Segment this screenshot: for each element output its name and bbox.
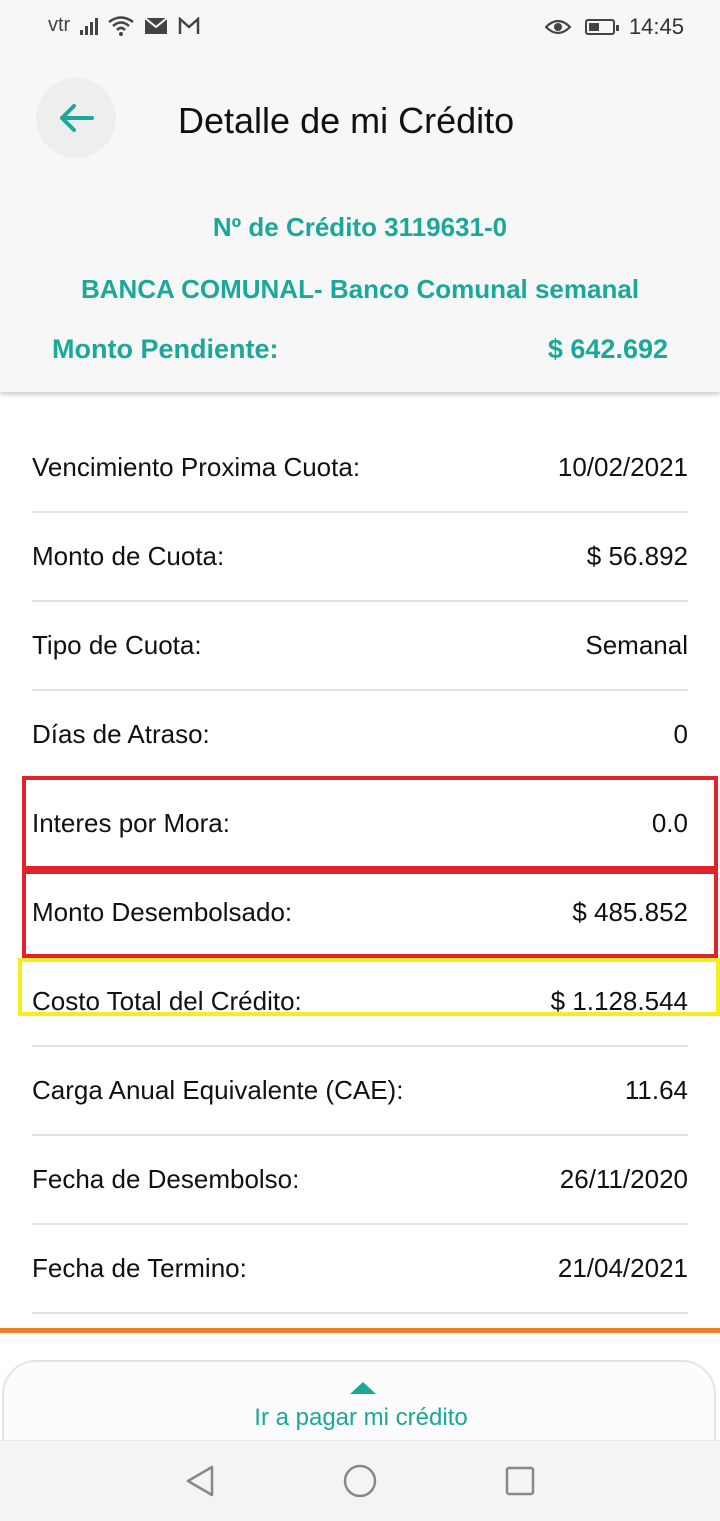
detail-value: 0 bbox=[673, 719, 688, 749]
credit-header: Detalle de mi Crédito Nº de Crédito 3119… bbox=[0, 56, 720, 392]
circle-home-icon bbox=[343, 1464, 377, 1498]
detail-row: Monto Desembolsado: $ 485.852 bbox=[32, 869, 688, 958]
nav-back-button[interactable] bbox=[182, 1463, 218, 1499]
detail-row: Fecha de Desembolso: 26/11/2020 bbox=[32, 1136, 688, 1225]
divider-bar bbox=[0, 1328, 720, 1333]
arrow-left-icon bbox=[60, 104, 94, 132]
detail-value: 10/02/2021 bbox=[557, 452, 688, 482]
detail-row: Vencimiento Proxima Cuota: 10/02/2021 bbox=[32, 424, 688, 513]
detail-value: $ 1.128.544 bbox=[550, 986, 688, 1016]
detail-value: $ 485.852 bbox=[572, 897, 688, 927]
detail-row: Interes por Mora: 0.0 bbox=[32, 780, 688, 869]
detail-label: Vencimiento Proxima Cuota: bbox=[32, 452, 361, 482]
clock: 14:45 bbox=[628, 14, 684, 39]
battery-icon bbox=[584, 19, 619, 35]
detail-value: 11.64 bbox=[624, 1075, 688, 1105]
system-nav-bar bbox=[0, 1440, 720, 1521]
detail-value: Semanal bbox=[585, 630, 688, 660]
mail-icon bbox=[144, 16, 168, 34]
detail-label: Tipo de Cuota: bbox=[32, 630, 202, 660]
detail-value: 26/11/2020 bbox=[559, 1164, 688, 1194]
battery-level bbox=[588, 23, 599, 31]
detail-label: Fecha de Termino: bbox=[32, 1253, 247, 1283]
detail-row: Fecha de Termino: 21/04/2021 bbox=[32, 1225, 688, 1314]
signal-icon bbox=[80, 17, 99, 35]
status-right: 14:45 bbox=[544, 14, 684, 40]
square-recents-icon bbox=[505, 1466, 535, 1496]
status-bar: vtr 14:45 bbox=[0, 0, 720, 56]
gmail-icon bbox=[178, 16, 200, 34]
pending-amount-label: Monto Pendiente: bbox=[52, 334, 279, 364]
wifi-icon bbox=[108, 15, 134, 36]
detail-value: 21/04/2021 bbox=[557, 1253, 688, 1283]
credit-details-list: Vencimiento Proxima Cuota: 10/02/2021 Mo… bbox=[0, 424, 720, 1314]
eye-icon bbox=[544, 19, 571, 35]
detail-row: Monto de Cuota: $ 56.892 bbox=[32, 513, 688, 602]
carrier-label: vtr bbox=[48, 14, 71, 36]
detail-row: Días de Atraso: 0 bbox=[32, 691, 688, 780]
detail-label: Interes por Mora: bbox=[32, 808, 230, 838]
page-title: Detalle de mi Crédito bbox=[178, 100, 515, 141]
nav-home-button[interactable] bbox=[342, 1463, 378, 1499]
pay-credit-button[interactable]: Ir a pagar mi crédito bbox=[4, 1404, 718, 1432]
detail-label: Costo Total del Crédito: bbox=[32, 986, 302, 1016]
pending-amount-value: $ 642.692 bbox=[547, 334, 668, 364]
detail-row: Tipo de Cuota: Semanal bbox=[32, 602, 688, 691]
credit-type: BANCA COMUNAL- Banco Comunal semanal bbox=[80, 274, 640, 304]
back-button[interactable] bbox=[36, 78, 116, 158]
detail-label: Carga Anual Equivalente (CAE): bbox=[32, 1075, 404, 1105]
detail-row: Costo Total del Crédito: $ 1.128.544 bbox=[32, 958, 688, 1047]
detail-label: Monto de Cuota: bbox=[32, 541, 225, 571]
caret-up-icon bbox=[350, 1382, 376, 1394]
detail-label: Monto Desembolsado: bbox=[32, 897, 293, 927]
status-left: vtr bbox=[48, 14, 200, 37]
detail-row: Carga Anual Equivalente (CAE): 11.64 bbox=[32, 1047, 688, 1136]
detail-label: Fecha de Desembolso: bbox=[32, 1164, 300, 1194]
detail-value: $ 56.892 bbox=[586, 541, 688, 571]
triangle-back-icon bbox=[186, 1465, 214, 1497]
detail-label: Días de Atraso: bbox=[32, 719, 210, 749]
detail-value: 0.0 bbox=[651, 808, 688, 838]
nav-recents-button[interactable] bbox=[502, 1463, 538, 1499]
credit-number: Nº de Crédito 3119631-0 bbox=[212, 212, 508, 242]
